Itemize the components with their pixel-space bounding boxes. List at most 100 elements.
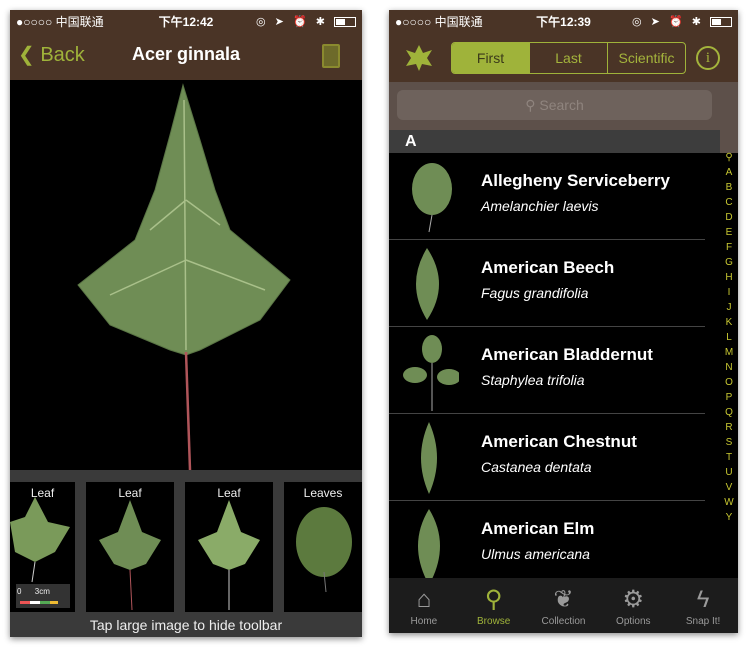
index-letter[interactable]: J (720, 300, 738, 315)
search-icon: ⚲ (525, 97, 536, 113)
index-letter[interactable]: P (720, 390, 738, 405)
thumbnail[interactable]: Leaf (185, 482, 273, 612)
clock: 下午12:39 (536, 14, 591, 29)
thumbnail[interactable]: Leaf 0 3cm (10, 482, 75, 612)
index-letter[interactable]: I (720, 285, 738, 300)
common-name: Allegheny Serviceberry (481, 171, 670, 190)
list-item[interactable]: Allegheny Serviceberry Amelanchier laevi… (389, 153, 705, 240)
tab-options[interactable]: ⚙ Options (598, 578, 668, 633)
large-leaf-image[interactable] (10, 80, 362, 471)
index-letter[interactable]: Q (720, 405, 738, 420)
tab-home[interactable]: ⌂ Home (389, 578, 459, 633)
tab-browse[interactable]: ⚲ Browse (459, 578, 529, 633)
carrier: ●○○○○ 中国联通 (16, 14, 104, 29)
thumbnail-label: Leaf (30, 486, 55, 500)
thumbnail-label: Leaves (303, 486, 343, 500)
index-letter[interactable]: B (720, 180, 738, 195)
browse-screen: ●○○○○ 中国联通 下午12:39 ◎ ➤ ⏰ ✱ First Last Sc… (389, 10, 738, 633)
page-title: Acer ginnala (131, 44, 241, 64)
browse-icon: ⚲ (484, 586, 503, 613)
info-button[interactable]: i (696, 46, 720, 70)
index-letter[interactable]: D (720, 210, 738, 225)
index-letter[interactable]: K (720, 315, 738, 330)
book-icon[interactable] (322, 44, 340, 68)
index-letter[interactable]: Y (720, 510, 738, 525)
nav-bar: ❮ Back Acer ginnala (10, 32, 362, 80)
scientific-name: Ulmus americana (481, 546, 590, 562)
index-letter[interactable]: L (720, 330, 738, 345)
tab-collection[interactable]: ❦ Collection (529, 578, 599, 633)
index-letter[interactable]: W (720, 495, 738, 510)
index-letter[interactable]: V (720, 480, 738, 495)
leaf-logo-icon[interactable] (405, 44, 433, 72)
segment-scientific[interactable]: Scientific (607, 43, 685, 73)
common-name: American Beech (481, 258, 615, 277)
name-type-segmented-control[interactable]: First Last Scientific (451, 42, 686, 74)
tab-bar: ⌂ Home ⚲ Browse ❦ Collection ⚙ Options ϟ Snap… (389, 578, 738, 633)
scientific-name: Fagus grandifolia (481, 285, 589, 301)
index-letter[interactable]: H (720, 270, 738, 285)
battery-icon (333, 16, 356, 27)
segment-first[interactable]: First (452, 43, 529, 73)
thumbnail-strip[interactable]: Leaf 0 3cm Leaf Leaf Leaves (10, 470, 362, 615)
leaf-thumbnail (416, 248, 439, 320)
alphabet-index[interactable]: ⚲ ABCDEFGHIJKLMNOPQRSTUVWY (720, 150, 738, 525)
search-placeholder: Search (539, 97, 584, 113)
tab-label: Options (616, 616, 651, 627)
status-bar: ●○○○○ 中国联通 下午12:42 ◎ ➤ ⏰ ✱ (10, 10, 362, 32)
tab-label: Home (410, 616, 438, 627)
segment-last[interactable]: Last (529, 43, 607, 73)
thumbnail-label: Leaf (217, 486, 241, 500)
index-letter[interactable]: A (720, 165, 738, 180)
tab-snap-it[interactable]: ϟ Snap It! (668, 578, 738, 633)
index-letter[interactable]: R (720, 420, 738, 435)
leaf-thumbnail (418, 509, 440, 580)
thumbnail[interactable]: Leaves (284, 482, 362, 612)
index-letter[interactable]: T (720, 450, 738, 465)
toolbar-hint: Tap large image to hide toolbar (10, 615, 362, 637)
index-letter[interactable]: M (720, 345, 738, 360)
collection-icon: ❦ (553, 586, 574, 613)
common-name: American Bladdernut (481, 345, 653, 364)
leaf-thumbnail (412, 163, 452, 233)
header: First Last Scientific i (389, 32, 738, 82)
common-name: American Chestnut (481, 432, 637, 451)
index-letter[interactable]: F (720, 240, 738, 255)
status-bar: ●○○○○ 中国联通 下午12:39 ◎ ➤ ⏰ ✱ (389, 10, 738, 32)
index-letters[interactable]: ABCDEFGHIJKLMNOPQRSTUVWY (720, 165, 738, 525)
index-letter[interactable]: G (720, 255, 738, 270)
index-letter[interactable]: S (720, 435, 738, 450)
list-item[interactable]: American Chestnut Castanea dentata (389, 414, 705, 501)
leaf-thumbnail (421, 422, 437, 494)
index-letter[interactable]: C (720, 195, 738, 210)
leaf-detail-screen: ●○○○○ 中国联通 下午12:42 ◎ ➤ ⏰ ✱ ❮ Back Acer g… (10, 10, 362, 637)
tab-label: Browse (477, 616, 511, 627)
clock: 下午12:42 (158, 14, 214, 29)
search-bar-edge (720, 82, 738, 153)
scientific-name: Staphylea trifolia (481, 372, 585, 388)
list-item[interactable]: American Elm Ulmus americana (389, 501, 705, 580)
index-letter[interactable]: N (720, 360, 738, 375)
index-search-icon[interactable]: ⚲ (720, 150, 738, 165)
list-item[interactable]: American Beech Fagus grandifolia (389, 240, 705, 327)
home-icon: ⌂ (416, 586, 432, 613)
section-header: A (389, 130, 720, 153)
thumbnail-label: Leaf (118, 486, 142, 500)
tab-label: Snap It! (685, 616, 721, 627)
search-bar: ⚲ Search (389, 82, 720, 130)
leaf-thumbnail (403, 335, 459, 411)
index-letter[interactable]: E (720, 225, 738, 240)
list-item[interactable]: American Bladdernut Staphylea trifolia (389, 327, 705, 414)
common-name: American Elm (481, 519, 595, 538)
battery-icon (709, 16, 732, 27)
search-input[interactable]: ⚲ Search (397, 90, 712, 120)
gear-icon: ⚙ (622, 586, 645, 613)
status-icons: ◎ ➤ ⏰ ✱ (620, 15, 732, 28)
scientific-name: Castanea dentata (481, 459, 592, 475)
thumbnail[interactable]: Leaf (86, 482, 174, 612)
carrier: ●○○○○ 中国联通 (395, 14, 483, 29)
scientific-name: Amelanchier laevis (481, 198, 599, 214)
index-letter[interactable]: O (720, 375, 738, 390)
tab-label: Collection (541, 616, 586, 627)
index-letter[interactable]: U (720, 465, 738, 480)
